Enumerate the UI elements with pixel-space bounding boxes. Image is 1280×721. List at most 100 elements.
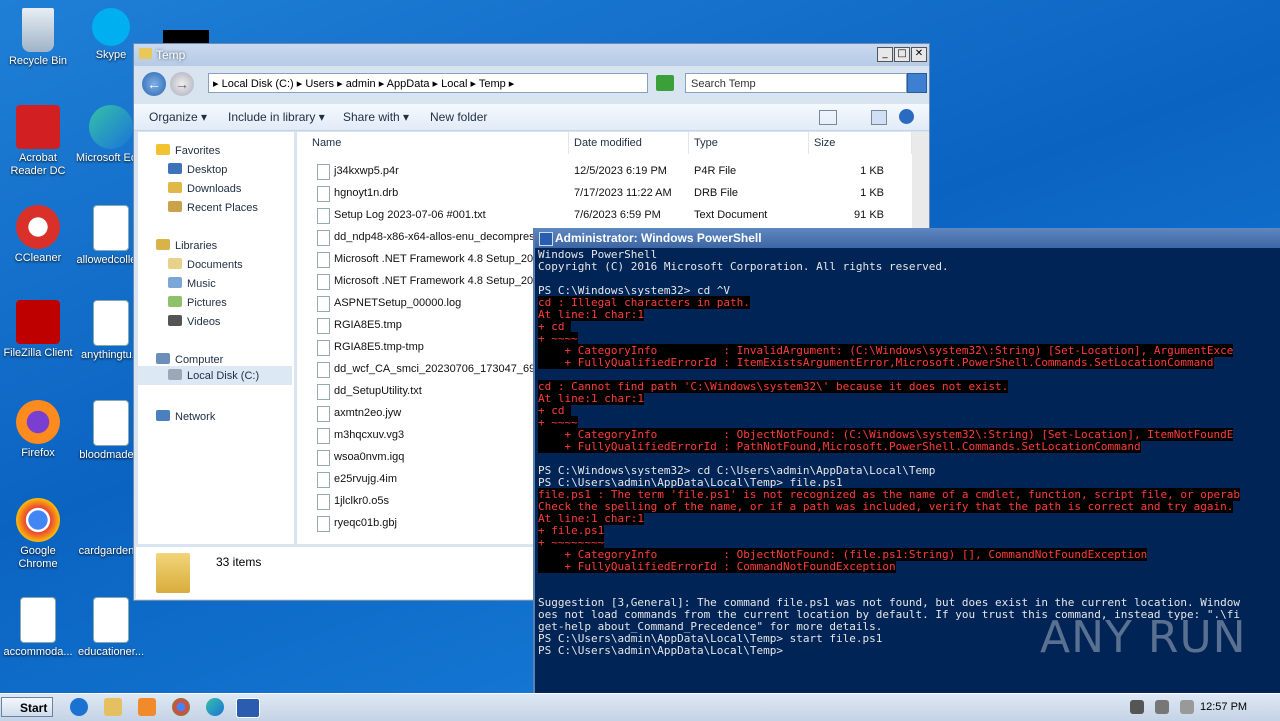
file-icon [317,208,330,224]
file-name: axmtn2eo.jyw [334,407,402,419]
console-text: + FullyQualifiedErrorId : PathNotFound,M… [538,440,1141,453]
file-name: j34kxwp5.p4r [334,165,399,177]
powershell-title: Administrator: Windows PowerShell [555,231,762,245]
minimize-button[interactable]: _ [877,47,893,62]
search-icon[interactable] [907,73,927,93]
file-name: dd_SetupUtility.txt [334,385,422,397]
folder-icon [139,48,152,59]
file-icon [317,318,330,334]
file-name: 1jlclkr0.o5s [334,495,390,507]
nav-pictures[interactable]: Pictures [168,296,227,309]
view-icon[interactable] [819,110,837,125]
folder-icon [156,553,190,593]
file-icon [317,164,330,180]
file-name: dd_wcf_CA_smci_20230706_173047_693 [334,363,542,375]
file-icon [317,274,330,290]
desktop-icon [168,163,182,174]
maximize-button[interactable]: □ [894,47,910,62]
column-type[interactable]: Type [689,132,809,154]
powershell-titlebar[interactable]: Administrator: Windows PowerShell [535,228,1280,248]
file-icon [317,494,330,510]
ccleaner-icon[interactable]: CCleaner [0,205,76,265]
console-output[interactable]: Windows PowerShell Copyright (C) 2016 Mic… [538,249,1240,657]
powershell-taskbar-icon[interactable] [236,698,260,718]
nav-computer[interactable]: Computer [156,353,223,366]
nav-recent-places[interactable]: Recent Places [168,201,258,214]
file-name: hgnoyt1n.drb [334,187,399,199]
include-library-button[interactable]: Include in library ▾ [228,110,325,124]
black-box [163,30,209,44]
file-row[interactable]: j34kxwp5.p4r 12/5/2023 6:19 PM P4R File 1 K… [297,160,912,182]
share-with-button[interactable]: Share with ▾ [343,110,409,124]
network-tray-icon[interactable] [1155,700,1169,714]
new-folder-button[interactable]: New folder [430,110,487,124]
nav-documents[interactable]: Documents [168,258,243,271]
media-player-icon[interactable] [138,698,156,716]
nav-desktop[interactable]: Desktop [168,163,227,176]
console-text: + FullyQualifiedErrorId : ItemExistsArgu… [538,356,1214,369]
file-name: e25rvujg.4im [334,473,397,485]
window-title: Temp [156,48,186,62]
close-button[interactable]: ✕ [911,47,927,62]
column-name[interactable]: Name [297,132,569,154]
file-date: 7/6/2023 6:59 PM [574,209,661,221]
chrome-taskbar-icon[interactable] [172,698,190,716]
word-document-icon[interactable]: educationer... [73,597,149,659]
console-error-line: + cd [538,404,1240,417]
filezilla-icon[interactable]: FileZilla Client [0,300,76,360]
ie-icon[interactable] [70,698,88,716]
downloads-icon [168,182,182,193]
nav-network[interactable]: Network [156,410,215,423]
nav-music[interactable]: Music [168,277,216,290]
file-icon [317,472,330,488]
console-error-line: At line:1 char:1 [538,308,1240,321]
recent-places-icon [168,201,182,212]
file-size: 1 KB [860,187,884,199]
forward-arrow-icon[interactable]: → [170,72,194,96]
file-name: RGIA8E5.tmp-tmp [334,341,424,353]
flag-icon[interactable] [1180,700,1194,714]
powershell-icon [539,232,553,246]
file-type: DRB File [694,187,739,199]
help-icon[interactable] [899,109,914,124]
google-chrome-icon[interactable]: Google Chrome [0,498,76,571]
start-button[interactable]: Start [1,697,53,717]
volume-icon[interactable] [1130,700,1144,714]
firefox-icon[interactable]: Firefox [0,400,76,460]
column-size[interactable]: Size [809,132,912,154]
refresh-icon[interactable] [656,75,674,91]
star-icon [156,144,170,155]
acrobat-reader-icon[interactable]: Acrobat Reader DC [0,105,76,178]
address-bar[interactable]: ▸ Local Disk (C:) ▸ Users ▸ admin ▸ AppD… [208,73,648,93]
explorer-titlebar[interactable]: Temp _ □ ✕ [134,44,929,66]
console-error-line: + cd [538,320,1240,333]
nav-local-disk[interactable]: Local Disk (C:) [138,366,292,385]
console-error-line: At line:1 char:1 [538,392,1240,405]
console-error-line: At line:1 char:1 [538,512,1240,525]
recycle-bin-icon[interactable]: Recycle Bin [0,8,76,68]
file-row[interactable]: Setup Log 2023-07-06 #001.txt 7/6/2023 6:… [297,204,912,226]
preview-pane-icon[interactable] [871,110,887,125]
nav-libraries[interactable]: Libraries [156,239,217,252]
clock[interactable]: 12:57 PM [1200,701,1247,713]
file-type: Text Document [694,209,768,221]
nav-videos[interactable]: Videos [168,315,220,328]
file-icon [317,252,330,268]
edge-taskbar-icon[interactable] [206,698,224,716]
back-arrow-icon[interactable]: ← [142,72,166,96]
file-name: Microsoft .NET Framework 4.8 Setup_202 [334,253,540,265]
console-error-line: + FullyQualifiedErrorId : PathNotFound,M… [538,440,1240,453]
anyrun-watermark: ANY RUN [1040,612,1247,663]
nav-favorites[interactable]: Favorites [156,144,220,157]
file-name: Setup Log 2023-07-06 #001.txt [334,209,486,221]
organize-button[interactable]: Organize ▾ [149,110,207,124]
nav-downloads[interactable]: Downloads [168,182,241,195]
file-row[interactable]: hgnoyt1n.drb 7/17/2023 11:22 AM DRB File 1 … [297,182,912,204]
search-input[interactable]: Search Temp [685,73,907,93]
column-date-modified[interactable]: Date modified [569,132,689,154]
explorer-taskbar-icon[interactable] [104,698,122,716]
file-icon [317,406,330,422]
file-icon [317,340,330,356]
word-document-icon[interactable]: accommoda... [0,597,76,659]
disk-icon [168,369,182,380]
